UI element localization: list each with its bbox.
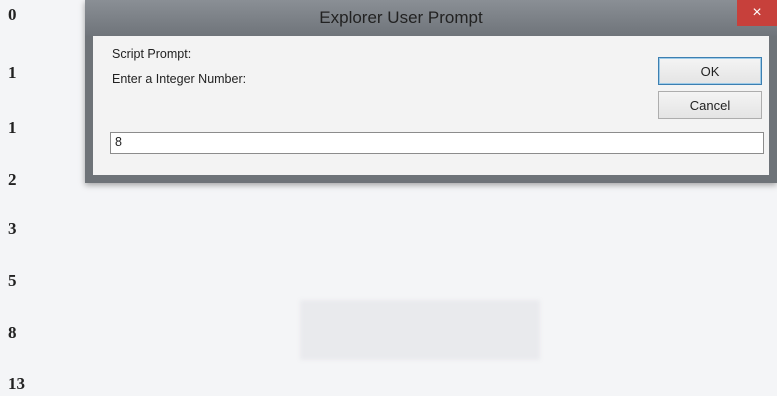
background-blur	[300, 300, 540, 360]
close-icon: ×	[752, 4, 762, 21]
sequence-number: 1	[8, 63, 17, 82]
sequence-number: 5	[8, 271, 17, 290]
sequence-number: 2	[8, 170, 17, 189]
sequence-number: 3	[8, 219, 17, 238]
input-value: 8	[115, 135, 122, 149]
sequence-number: 8	[8, 323, 17, 342]
close-button[interactable]: ×	[737, 0, 777, 26]
cancel-button[interactable]: Cancel	[658, 91, 762, 119]
sequence-number: 1	[8, 118, 17, 137]
dialog-client-area: Script Prompt: Enter a Integer Number: O…	[93, 36, 769, 175]
ok-button[interactable]: OK	[658, 57, 762, 85]
dialog-titlebar[interactable]: Explorer User Prompt ×	[85, 0, 777, 36]
prompt-message: Enter a Integer Number:	[112, 72, 247, 86]
integer-input[interactable]: 8	[110, 132, 764, 154]
sequence-number: 0	[8, 5, 17, 24]
prompt-dialog: Explorer User Prompt × Script Prompt: En…	[85, 0, 777, 183]
script-prompt-label: Script Prompt:	[112, 47, 192, 61]
fibonacci-sequence-output: 0 1 1 2 3 5 8 13	[0, 0, 60, 396]
sequence-number: 13	[8, 374, 25, 393]
dialog-title: Explorer User Prompt	[319, 8, 483, 27]
